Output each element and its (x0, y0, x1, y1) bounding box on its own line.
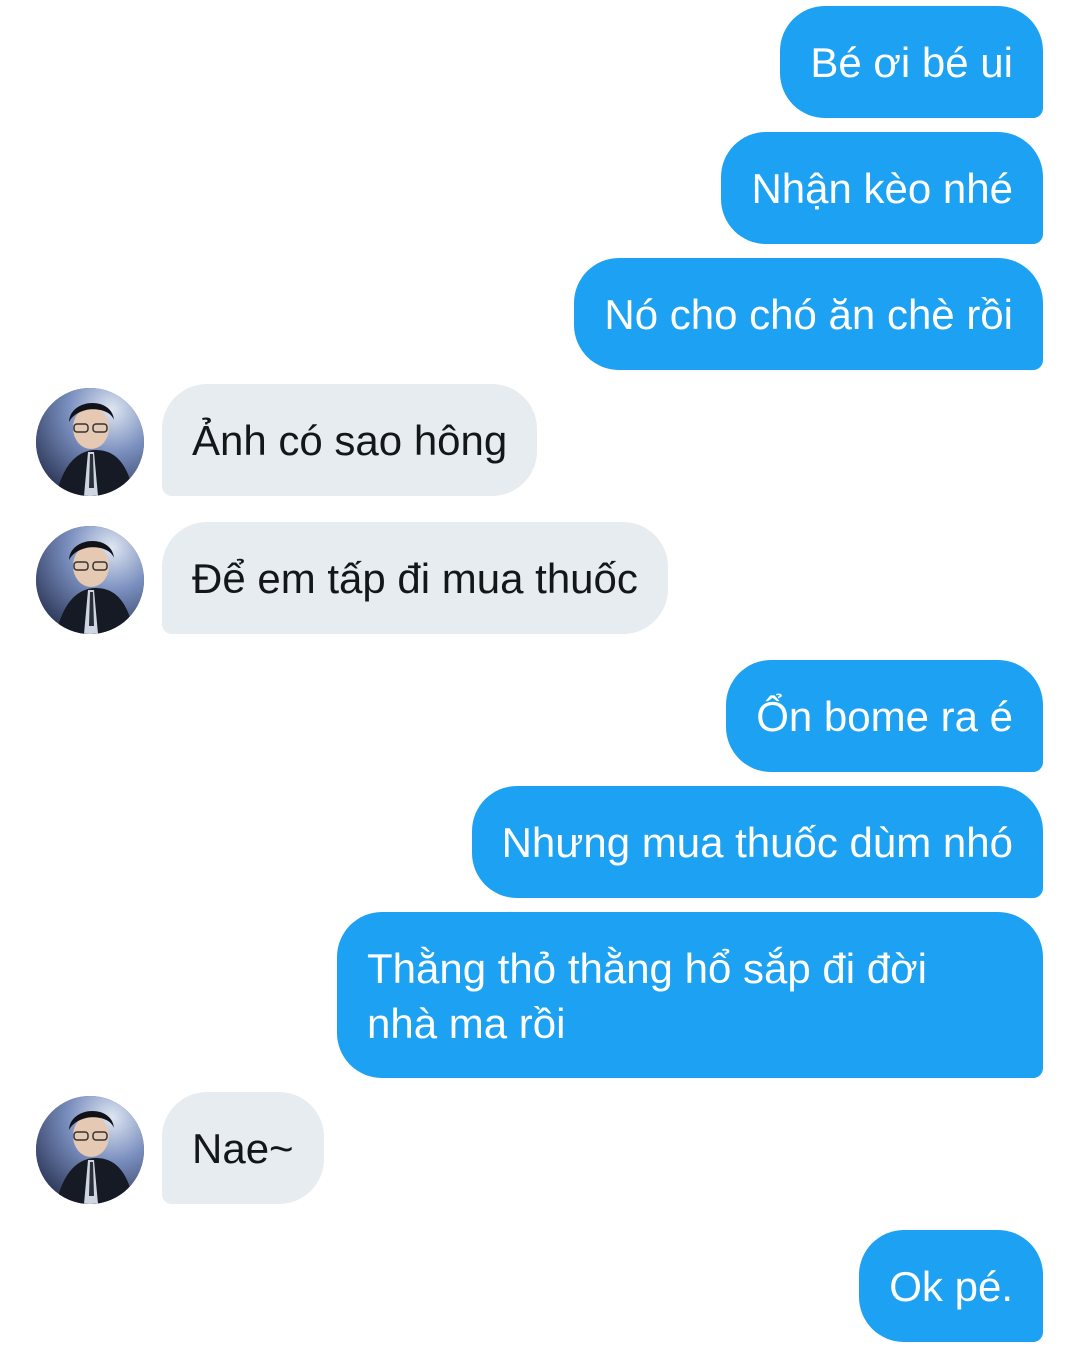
message-bubble-sent[interactable]: Ổn bome ra é (726, 660, 1043, 772)
message-bubble-sent[interactable]: Nhưng mua thuốc dùm nhó (471, 786, 1043, 898)
message-bubble-received[interactable]: Để em tấp đi mua thuốc (162, 522, 668, 634)
message-bubble-sent[interactable]: Thằng thỏ thằng hổ sắp đi đời nhà ma rồi (337, 912, 1043, 1078)
sender-avatar[interactable] (36, 526, 144, 634)
sender-avatar[interactable] (36, 1096, 144, 1204)
avatar-photo-icon (36, 526, 144, 634)
message-bubble-sent[interactable]: Nó cho chó ăn chè rồi (574, 258, 1043, 370)
avatar-photo-icon (36, 388, 144, 496)
message-bubble-sent[interactable]: Nhận kèo nhé (721, 132, 1043, 244)
message-bubble-received[interactable]: Nae~ (162, 1092, 324, 1204)
message-bubble-sent[interactable]: Bé ơi bé ui (780, 6, 1043, 118)
avatar-photo-icon (36, 1096, 144, 1204)
sender-avatar[interactable] (36, 388, 144, 496)
message-bubble-received[interactable]: Ảnh có sao hông (162, 384, 538, 496)
message-bubble-sent[interactable]: Ok pé. (859, 1230, 1043, 1342)
